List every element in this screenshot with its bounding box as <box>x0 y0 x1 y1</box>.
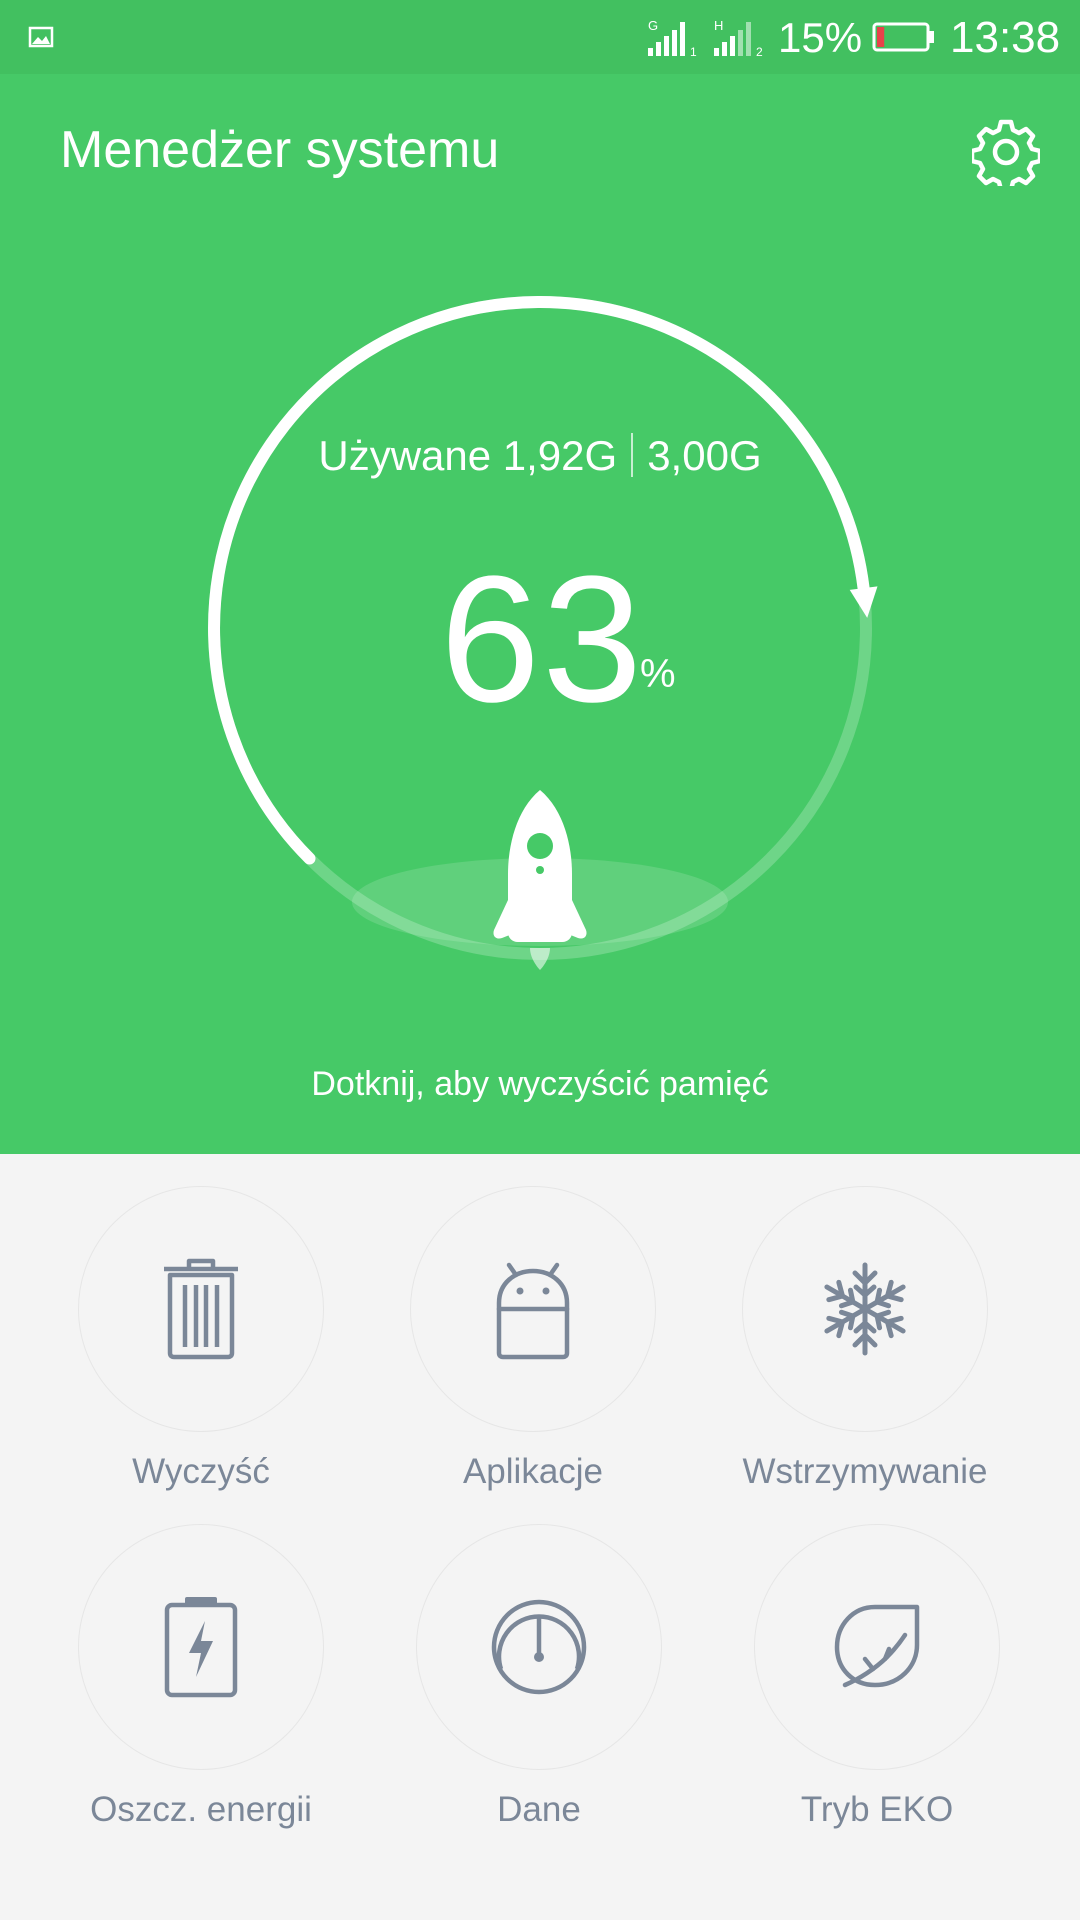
tool-power-saving-circle[interactable] <box>78 1524 324 1770</box>
tool-eco-mode-circle[interactable] <box>754 1524 1000 1770</box>
tool-power-saving[interactable]: Oszcz. energii <box>36 1524 366 1864</box>
trash-icon <box>164 1258 238 1360</box>
image-notification-icon <box>28 26 54 48</box>
battery-level <box>877 27 885 47</box>
snowflake-icon <box>824 1262 906 1356</box>
tool-clean-circle[interactable] <box>78 1186 324 1432</box>
memory-used: Używane 1,92G <box>318 432 618 479</box>
signal1-tag: G <box>648 18 658 33</box>
tool-apps[interactable]: Aplikacje <box>368 1186 698 1526</box>
tool-freeze-label: Wstrzymywanie <box>742 1452 988 1491</box>
tool-eco-mode[interactable]: Tryb EKO <box>712 1524 1042 1864</box>
leaf-icon <box>834 1604 920 1688</box>
signal2-tag: H <box>714 18 723 33</box>
status-bar: G 1 H 2 15% 13:38 <box>0 0 1080 74</box>
android-icon <box>496 1262 570 1360</box>
memory-percent-value: 63 <box>440 539 645 740</box>
signal2-sim: 2 <box>756 45 763 58</box>
battery-bolt-icon <box>164 1597 238 1698</box>
tool-freeze[interactable]: Wstrzymywanie <box>700 1186 1030 1526</box>
battery-percent: 15% <box>778 14 863 61</box>
tool-apps-circle[interactable] <box>410 1186 656 1432</box>
tool-power-saving-label: Oszcz. energii <box>90 1790 312 1829</box>
signal1-sim: 1 <box>690 45 697 58</box>
memory-total: 3,00G <box>647 432 762 479</box>
tool-clean-label: Wyczyść <box>132 1452 270 1491</box>
tool-data[interactable]: Dane <box>374 1524 704 1864</box>
memory-usage-line: Używane 1,92G 3,00G <box>0 432 1080 481</box>
tool-data-label: Dane <box>497 1790 581 1829</box>
memory-percent-sign: % <box>640 652 676 696</box>
tool-data-circle[interactable] <box>416 1524 662 1770</box>
signal-sim1-icon: G 1 <box>648 18 697 58</box>
battery-icon <box>872 22 934 52</box>
memory-separator <box>631 432 634 477</box>
gauge-icon <box>491 1599 587 1695</box>
memory-panel[interactable]: Menedżer systemu Używane 1,92G 3,00G 63 %… <box>0 74 1080 1154</box>
tool-freeze-circle[interactable] <box>742 1186 988 1432</box>
tool-eco-mode-label: Tryb EKO <box>800 1790 954 1829</box>
tool-apps-label: Aplikacje <box>462 1452 604 1491</box>
signal-sim2-icon: H 2 <box>714 18 763 58</box>
clock: 13:38 <box>950 13 1061 62</box>
clean-memory-hint[interactable]: Dotknij, aby wyczyścić pamięć <box>0 1064 1080 1104</box>
tool-clean[interactable]: Wyczyść <box>36 1186 366 1526</box>
